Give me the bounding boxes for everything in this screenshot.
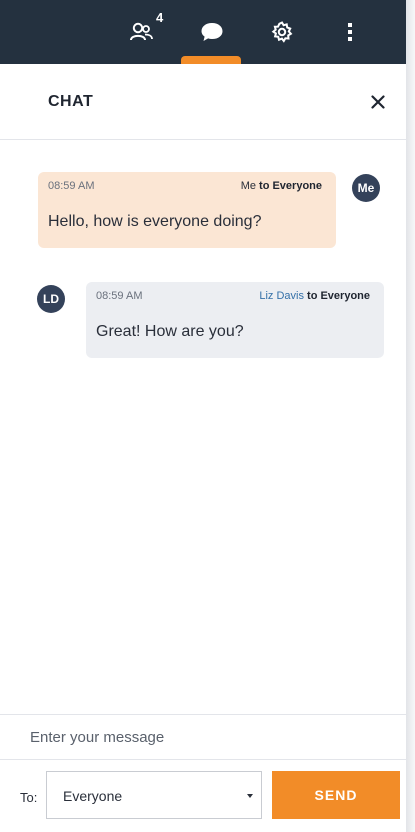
kebab-menu-icon bbox=[348, 23, 352, 41]
message-time: 08:59 AM bbox=[96, 290, 143, 302]
recipient-label: To: bbox=[20, 790, 38, 805]
participants-count-badge: 4 bbox=[156, 10, 164, 25]
recipient-select[interactable]: Everyone bbox=[46, 771, 262, 819]
window-edge bbox=[406, 0, 415, 832]
recipient-value: Everyone bbox=[63, 788, 123, 804]
chat-bubble-icon bbox=[201, 23, 223, 41]
avatar: Me bbox=[352, 174, 380, 202]
close-button[interactable] bbox=[366, 90, 390, 114]
participants-icon bbox=[130, 22, 153, 41]
message-sender: Me bbox=[240, 180, 256, 192]
chat-message-incoming: 08:59 AM Liz Davis to Everyone Great! Ho… bbox=[86, 282, 384, 358]
chevron-down-icon bbox=[247, 794, 253, 798]
message-meta: Me to Everyone bbox=[241, 180, 322, 192]
chat-header: CHAT bbox=[0, 64, 406, 140]
message-recipient: to Everyone bbox=[307, 290, 370, 302]
top-toolbar: 4 bbox=[0, 0, 406, 64]
message-input[interactable] bbox=[30, 721, 390, 753]
panel-title: CHAT bbox=[48, 93, 94, 110]
settings-button[interactable] bbox=[260, 0, 304, 64]
message-time: 08:59 AM bbox=[48, 180, 95, 192]
message-text: Great! How are you? bbox=[96, 323, 244, 340]
more-options-button[interactable] bbox=[330, 0, 370, 64]
chat-tab-button[interactable] bbox=[190, 0, 234, 64]
message-text: Hello, how is everyone doing? bbox=[48, 213, 262, 230]
close-icon bbox=[371, 95, 385, 109]
avatar: LD bbox=[37, 285, 65, 313]
chat-message-own: 08:59 AM Me to Everyone Hello, how is ev… bbox=[38, 172, 336, 248]
send-button[interactable]: SEND bbox=[272, 771, 400, 819]
message-sender[interactable]: Liz Davis bbox=[259, 290, 304, 302]
message-composer bbox=[0, 714, 406, 760]
message-recipient: to Everyone bbox=[259, 180, 322, 192]
active-tab-indicator bbox=[181, 56, 241, 64]
gear-icon bbox=[271, 21, 293, 43]
message-meta: Liz Davis to Everyone bbox=[259, 290, 370, 302]
